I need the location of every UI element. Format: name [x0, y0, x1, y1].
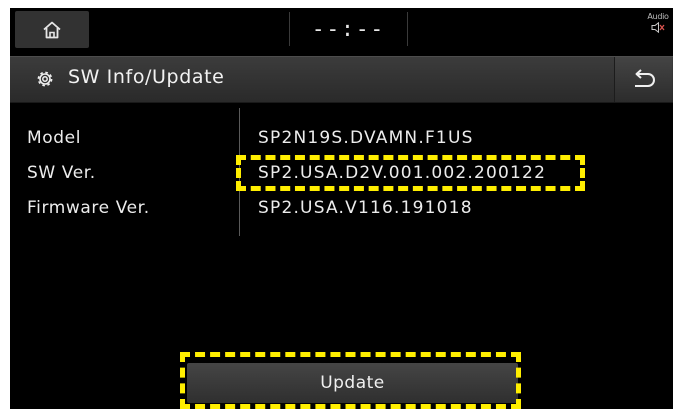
info-row-model: Model SP2N19S.DVAMN.F1US [10, 128, 673, 158]
audio-label: Audio [647, 12, 669, 21]
sw-version-highlight [236, 155, 585, 191]
title-bar: SW Info/Update [10, 56, 673, 103]
gear-icon [37, 71, 53, 87]
clock: --:-- [311, 17, 386, 41]
model-value: SP2N19S.DVAMN.F1US [258, 128, 474, 148]
firmware-version-label: Firmware Ver. [27, 198, 150, 218]
back-arrow-icon [634, 68, 655, 87]
home-icon [43, 21, 61, 38]
head-unit-screen: --:-- Audio SW Info/Update Model SP2N19S… [10, 8, 673, 409]
home-button[interactable] [15, 11, 89, 48]
firmware-version-value: SP2.USA.V116.191018 [258, 198, 473, 218]
info-row-firmware-version: Firmware Ver. SP2.USA.V116.191018 [10, 198, 673, 228]
speaker-muted-icon [651, 22, 665, 33]
audio-status: Audio [643, 12, 673, 33]
page-title: SW Info/Update [68, 66, 225, 88]
update-button-highlight [180, 352, 521, 409]
back-button[interactable] [614, 57, 672, 102]
clock-area: --:-- [289, 12, 408, 46]
status-bar: --:-- Audio [10, 8, 673, 53]
model-label: Model [27, 128, 82, 148]
sw-version-label: SW Ver. [27, 163, 96, 183]
